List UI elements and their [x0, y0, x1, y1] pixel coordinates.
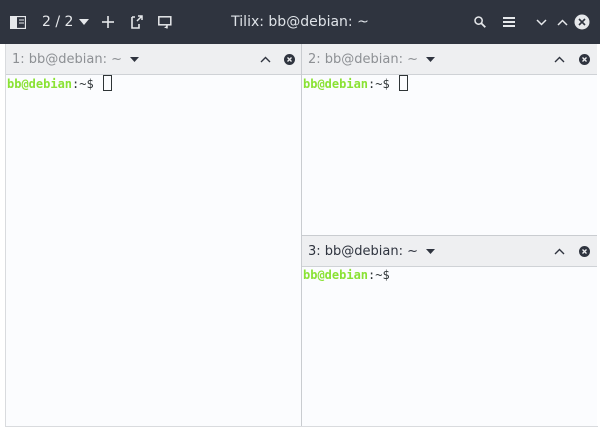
- pane-header-1[interactable]: 1: bb@debian: ~: [6, 44, 301, 75]
- prompt-user: bb@debian: [303, 268, 369, 282]
- menu-button[interactable]: [499, 12, 519, 32]
- maximize-pane-button[interactable]: [551, 236, 567, 266]
- sidebar-toggle-icon: [10, 15, 26, 29]
- window-left-edge: [5, 44, 6, 427]
- close-icon: [283, 53, 295, 65]
- terminal-output-1[interactable]: bb@debian:~$: [7, 75, 112, 92]
- prompt-user: bb@debian: [303, 77, 369, 91]
- chevron-down-icon: [79, 19, 90, 25]
- minimize-icon: [535, 18, 547, 26]
- close-icon: [574, 14, 590, 30]
- session-switcher-button[interactable]: 2 / 2: [42, 12, 92, 32]
- close-icon: [578, 53, 590, 65]
- horizontal-splitter[interactable]: [302, 235, 597, 236]
- prompt-path: :~$: [368, 268, 390, 282]
- sync-input-button[interactable]: [155, 12, 175, 32]
- pane-title-2: 2: bb@debian: ~: [308, 51, 419, 67]
- window-bottom-edge: [5, 426, 598, 427]
- chevron-up-icon: [554, 248, 564, 254]
- maximize-button[interactable]: [552, 12, 572, 32]
- maximize-pane-button[interactable]: [551, 44, 567, 74]
- new-session-icon: [130, 15, 143, 29]
- close-pane-button[interactable]: [577, 44, 591, 74]
- minimize-button[interactable]: [531, 12, 551, 32]
- chevron-down-icon: [426, 248, 436, 254]
- pane-header-3[interactable]: 3: bb@debian: ~: [302, 236, 597, 267]
- close-button[interactable]: [573, 13, 591, 31]
- search-button[interactable]: [470, 12, 490, 32]
- pane-title-1: 1: bb@debian: ~: [12, 51, 123, 67]
- terminal-pane-3[interactable]: 3: bb@debian: ~ bb@debian:~$: [302, 236, 597, 426]
- new-session-button[interactable]: [126, 12, 146, 32]
- text-cursor: [102, 75, 112, 91]
- prompt-path: :~$: [72, 77, 101, 91]
- session-indicator: 2 / 2: [42, 14, 74, 30]
- window-title: Tilix: bb@debian: ~: [231, 14, 369, 30]
- maximize-pane-button[interactable]: [257, 44, 273, 74]
- pane-header-2[interactable]: 2: bb@debian: ~: [302, 44, 597, 75]
- chevron-up-icon: [260, 56, 270, 62]
- terminal-pane-1[interactable]: 1: bb@debian: ~ bb@debian:~$: [6, 44, 301, 426]
- close-pane-button[interactable]: [282, 44, 296, 74]
- search-icon: [474, 16, 486, 28]
- terminal-output-2[interactable]: bb@debian:~$: [303, 75, 408, 92]
- title-bar: 2 / 2 Tilix: bb@debian: ~: [0, 0, 600, 44]
- sidebar-toggle-button[interactable]: [7, 12, 29, 32]
- pane-title-3: 3: bb@debian: ~: [308, 243, 419, 259]
- pane-title-menu-2[interactable]: 2: bb@debian: ~: [308, 44, 436, 74]
- terminal-pane-2[interactable]: 2: bb@debian: ~ bb@debian:~$: [302, 44, 597, 235]
- chevron-up-icon: [554, 56, 564, 62]
- chevron-down-icon: [130, 56, 140, 62]
- maximize-icon: [556, 18, 568, 26]
- sync-input-icon: [158, 15, 172, 28]
- pane-title-menu-3[interactable]: 3: bb@debian: ~: [308, 236, 436, 266]
- pane-title-menu-1[interactable]: 1: bb@debian: ~: [12, 44, 140, 74]
- hamburger-menu-icon: [503, 17, 515, 27]
- add-terminal-button[interactable]: [98, 12, 118, 32]
- terminal-output-3[interactable]: bb@debian:~$: [303, 267, 390, 283]
- chevron-down-icon: [426, 56, 436, 62]
- close-icon: [578, 245, 590, 257]
- text-cursor: [398, 75, 408, 91]
- close-pane-button[interactable]: [577, 236, 591, 266]
- plus-icon: [102, 16, 114, 28]
- prompt-user: bb@debian: [7, 77, 73, 91]
- prompt-path: :~$: [368, 77, 397, 91]
